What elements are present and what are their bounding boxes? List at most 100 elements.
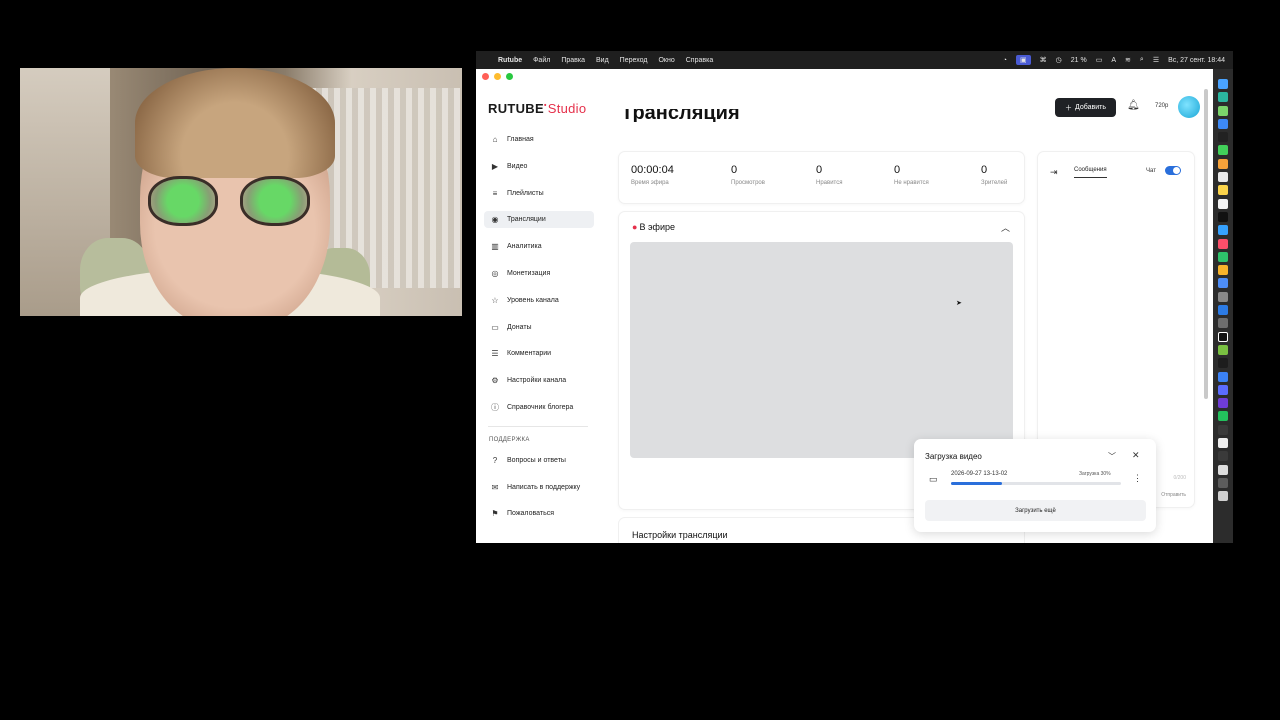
dock-app-icon[interactable]: [1218, 145, 1228, 156]
dock-app-icon[interactable]: [1218, 384, 1228, 395]
dock-app-icon[interactable]: [1218, 79, 1228, 89]
collapse-panel-icon[interactable]: ⇥: [1050, 167, 1058, 178]
rutube-studio-logo[interactable]: RUTUBE•Studio: [488, 101, 586, 116]
dock-app-icon[interactable]: [1218, 132, 1228, 143]
analytics-icon: ▥: [491, 242, 499, 252]
dock-app-icon[interactable]: [1218, 358, 1228, 369]
minimize-window-icon[interactable]: [494, 73, 501, 80]
stat-views: 0 Просмотров: [731, 164, 765, 186]
chevron-down-icon[interactable]: ﹀: [1108, 451, 1116, 462]
control-center-icon[interactable]: ☰: [1153, 56, 1159, 64]
video-icon: ▶: [491, 161, 499, 171]
dock-app-icon[interactable]: [1218, 477, 1228, 488]
dock-app-icon[interactable]: [1218, 92, 1228, 103]
sidebar-item-contact-support[interactable]: ✉ Написать в поддержку: [484, 479, 594, 496]
sidebar-item-comments[interactable]: ☰ Комментарии: [484, 345, 594, 362]
dock-app-icon[interactable]: [1218, 278, 1228, 289]
sidebar-item-analytics[interactable]: ▥ Аналитика: [484, 238, 594, 255]
dock-app-icon[interactable]: [1218, 411, 1228, 422]
dock-app-icon[interactable]: [1218, 225, 1228, 236]
sidebar-item-label: Аналитика: [507, 243, 542, 251]
dock-app-icon[interactable]: [1218, 331, 1228, 342]
avatar[interactable]: [1178, 96, 1200, 118]
tab-messages[interactable]: Сообщения: [1074, 167, 1107, 178]
dock-app-icon[interactable]: [1218, 438, 1228, 449]
dock-app-icon[interactable]: [1218, 464, 1228, 475]
dock-app-icon[interactable]: [1218, 491, 1228, 502]
dock-app-icon[interactable]: [1218, 291, 1228, 302]
dock-app-icon[interactable]: [1218, 198, 1228, 209]
menubar-status-area: ◔ ▣ ⌘ ◷ 21 % ▭ A ≋ ⌕ ☰ Вс, 27 сент. 18:4…: [1003, 51, 1225, 69]
stat-value: 0: [894, 164, 901, 176]
dock-app-icon[interactable]: [1218, 211, 1228, 222]
sidebar-item-label: Главная: [507, 136, 534, 143]
sidebar-item-faq[interactable]: ? Вопросы и ответы: [484, 452, 594, 469]
close-window-icon[interactable]: [482, 73, 489, 80]
webcam-glasses-lens-right: [240, 176, 310, 226]
webcam-glasses: [148, 176, 318, 228]
info-icon: ⓘ: [491, 402, 499, 412]
add-button[interactable]: ＋ Добавить: [1055, 98, 1116, 117]
screen-record-icon[interactable]: ▣: [1016, 55, 1031, 65]
gear-icon: ⚙: [491, 376, 499, 386]
dock-app-icon[interactable]: [1218, 265, 1228, 276]
dock-app-icon[interactable]: [1218, 251, 1228, 262]
chat-toggle[interactable]: [1165, 166, 1181, 175]
menu-window[interactable]: Окно: [658, 57, 674, 64]
chevron-up-icon[interactable]: ︿: [1001, 221, 1010, 234]
dock-app-icon[interactable]: [1218, 451, 1228, 462]
dock-app-icon[interactable]: [1218, 318, 1228, 329]
menu-view[interactable]: Вид: [596, 57, 609, 64]
mac-desktop: Rutube Файл Правка Вид Переход Окно Спра…: [476, 51, 1233, 543]
dock-app-icon[interactable]: [1218, 238, 1228, 249]
sidebar-item-donations[interactable]: ▭ Донаты: [484, 319, 594, 336]
battery-icon[interactable]: ▭: [1096, 56, 1103, 64]
dock-app-icon[interactable]: [1218, 118, 1228, 129]
sidebar-item-label: Пожаловаться: [507, 510, 555, 518]
menubar-clock[interactable]: Вс, 27 сент. 18:44: [1168, 57, 1225, 64]
menu-help[interactable]: Справка: [686, 57, 713, 64]
status-extension-icon[interactable]: ◔: [1003, 57, 1007, 64]
sidebar-item-playlists[interactable]: ≡ Плейлисты: [484, 185, 594, 202]
search-icon[interactable]: ⌕: [1140, 56, 1144, 64]
menu-edit[interactable]: Правка: [561, 57, 585, 64]
dock-app-icon[interactable]: [1218, 158, 1228, 169]
sidebar-item-broadcasts[interactable]: ◉ Трансляции: [484, 211, 594, 229]
dock-app-icon[interactable]: [1218, 398, 1228, 409]
bell-icon[interactable]: 🔔︎: [1127, 100, 1140, 111]
stream-preview-player[interactable]: [630, 242, 1013, 458]
dock-app-icon[interactable]: [1218, 105, 1228, 116]
close-icon[interactable]: ✕: [1132, 450, 1140, 461]
star-icon: ☆: [491, 295, 499, 305]
gamepad-icon[interactable]: ⌘: [1040, 56, 1047, 64]
chat-send-button[interactable]: Отправить: [1161, 492, 1186, 498]
upload-more-button[interactable]: Загрузить ещё: [925, 500, 1146, 521]
play-status-icon[interactable]: ◷: [1056, 56, 1062, 64]
sidebar-item-channel-level[interactable]: ☆ Уровень канала: [484, 292, 594, 309]
sidebar-item-monetization[interactable]: ◎ Монетизация: [484, 265, 594, 282]
keyboard-layout-icon[interactable]: A: [1111, 57, 1116, 64]
dock-app-icon[interactable]: [1218, 305, 1228, 316]
dock-app-icon[interactable]: [1218, 344, 1228, 355]
sidebar-item-video[interactable]: ▶ Видео: [484, 158, 594, 175]
sidebar-item-label: Написать в поддержку: [507, 483, 581, 491]
menu-go[interactable]: Переход: [620, 57, 648, 64]
quality-badge[interactable]: 720p: [1155, 103, 1168, 109]
dock-app-icon[interactable]: [1218, 172, 1228, 183]
menu-file[interactable]: Файл: [533, 57, 550, 64]
more-options-icon[interactable]: ⋮: [1133, 473, 1142, 484]
menu-app-name[interactable]: Rutube: [498, 57, 522, 64]
zoom-window-icon[interactable]: [506, 73, 513, 80]
video-camera-icon: ▭: [929, 474, 938, 484]
sidebar-item-channel-settings[interactable]: ⚙ Настройки канала: [484, 372, 594, 389]
dock-app-icon[interactable]: [1218, 185, 1228, 196]
sidebar-item-report[interactable]: ⚑ Пожаловаться: [484, 505, 594, 522]
scrollbar[interactable]: [1204, 89, 1208, 399]
wifi-icon[interactable]: ≋: [1125, 56, 1131, 64]
mail-icon: ✉: [491, 482, 499, 492]
dock-app-icon[interactable]: [1218, 371, 1228, 382]
battery-percent[interactable]: 21 %: [1071, 57, 1087, 64]
sidebar-item-home[interactable]: ⌂ Главная: [484, 131, 594, 148]
dock-app-icon[interactable]: [1218, 424, 1228, 435]
sidebar-item-blogger-guide[interactable]: ⓘ Справочник блогера: [484, 399, 594, 416]
